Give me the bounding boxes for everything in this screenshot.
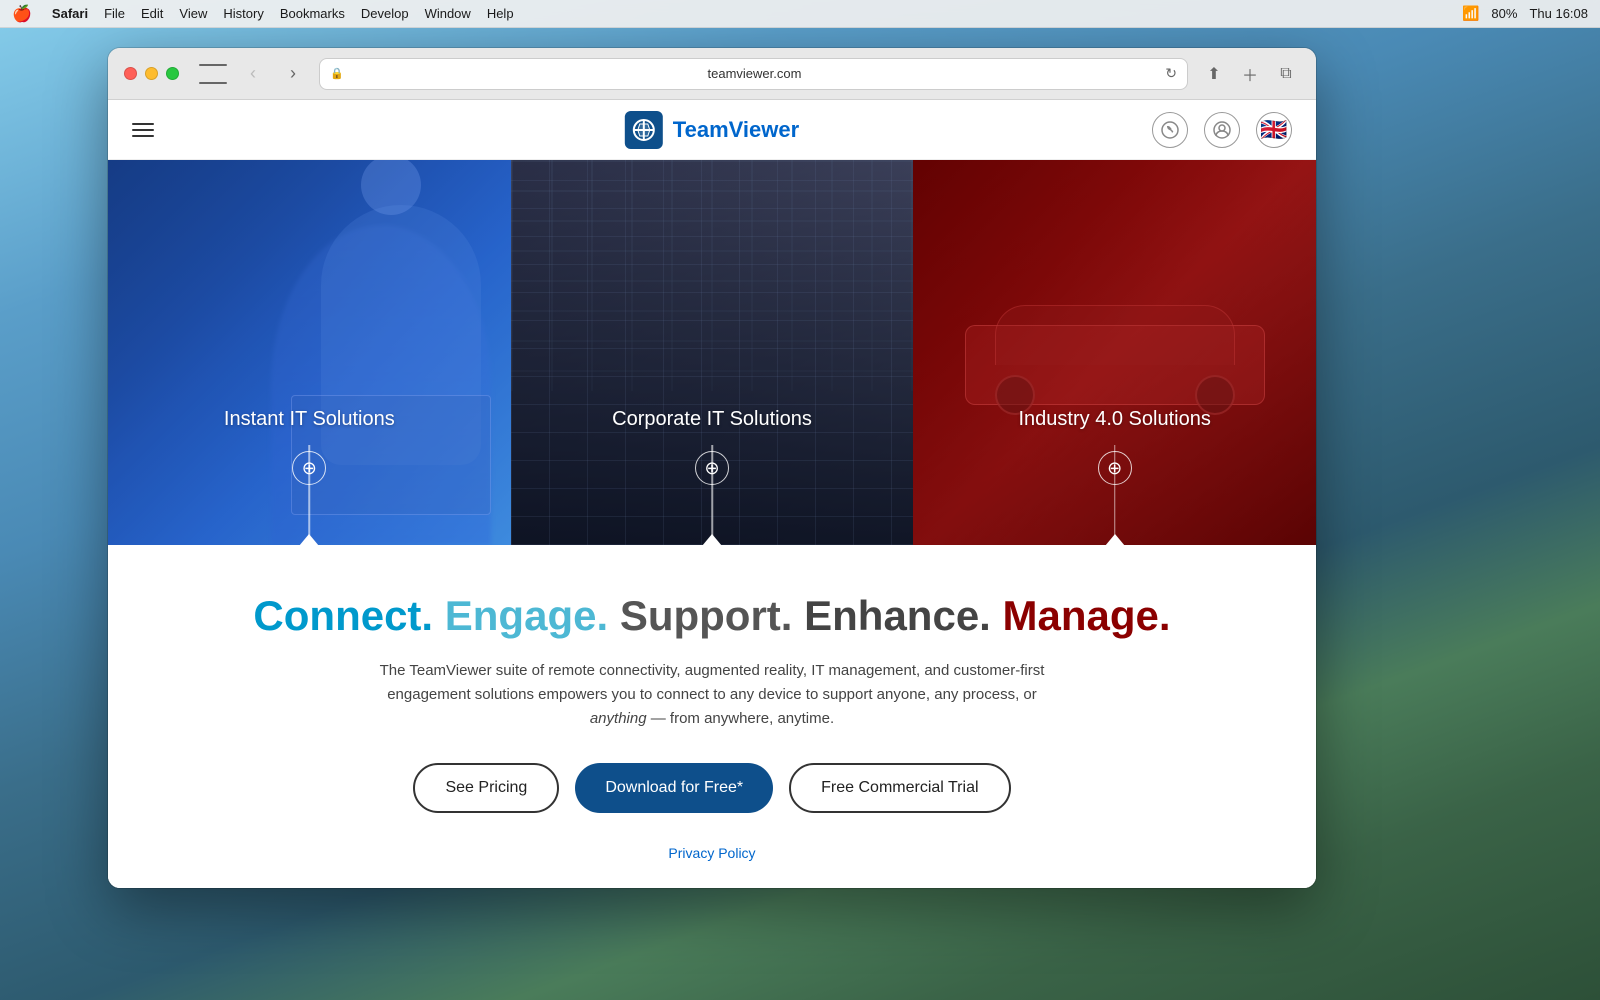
site-logo[interactable]: TeamViewer — [625, 111, 799, 149]
close-button[interactable] — [124, 67, 137, 80]
card-title-corporate: Corporate IT Solutions — [612, 408, 812, 431]
apple-menu[interactable]: 🍎 — [12, 4, 32, 24]
wifi-icon: 📶 — [1462, 5, 1479, 22]
lock-icon: 🔒 — [330, 67, 344, 80]
menubar: 🍎 Safari File Edit View History Bookmark… — [0, 0, 1600, 28]
logo-text: TeamViewer — [673, 117, 799, 143]
cta-buttons: See Pricing Download for Free* Free Comm… — [188, 763, 1236, 813]
nav-right: 🇬🇧 — [1152, 112, 1292, 148]
tagline-engage: Engage. — [445, 592, 608, 639]
menubar-history[interactable]: History — [223, 6, 263, 21]
menubar-battery: 80% — [1491, 6, 1517, 21]
menubar-view[interactable]: View — [179, 6, 207, 21]
menubar-edit[interactable]: Edit — [141, 6, 163, 21]
privacy-policy-link[interactable]: Privacy Policy — [668, 845, 755, 861]
menubar-bookmarks[interactable]: Bookmarks — [280, 6, 345, 21]
menubar-help[interactable]: Help — [487, 6, 514, 21]
address-bar[interactable]: 🔒 teamviewer.com ↻ — [319, 58, 1188, 90]
card-line-corporate — [711, 445, 713, 545]
forward-button[interactable]: › — [279, 60, 307, 88]
menubar-safari[interactable]: Safari — [52, 6, 88, 21]
see-pricing-button[interactable]: See Pricing — [413, 763, 559, 813]
card-triangle-instant — [299, 534, 319, 545]
refresh-button[interactable]: ↻ — [1165, 65, 1177, 82]
menubar-left: 🍎 Safari File Edit View History Bookmark… — [12, 4, 514, 24]
tagline-section: Connect. Engage. Support. Enhance. Manag… — [108, 545, 1316, 888]
maximize-button[interactable] — [166, 67, 179, 80]
menubar-file[interactable]: File — [104, 6, 125, 21]
share-button[interactable]: ⬆ — [1200, 60, 1228, 88]
tagline-connect: Connect. — [253, 592, 433, 639]
card-line-industry — [1114, 445, 1116, 545]
user-icon[interactable] — [1204, 112, 1240, 148]
minimize-button[interactable] — [145, 67, 158, 80]
browser-actions: ⬆ ＋ ⧉ — [1200, 60, 1300, 88]
free-commercial-trial-button[interactable]: Free Commercial Trial — [789, 763, 1010, 813]
website-content: TeamViewer — [108, 100, 1316, 888]
menubar-time: Thu 16:08 — [1529, 6, 1588, 21]
card-content-instant: Instant IT Solutions ⊕ — [108, 160, 511, 545]
card-title-industry: Industry 4.0 Solutions — [1019, 408, 1211, 431]
tagline-description: The TeamViewer suite of remote connectiv… — [362, 659, 1062, 731]
phone-icon[interactable] — [1152, 112, 1188, 148]
card-triangle-corporate — [702, 534, 722, 545]
card-content-corporate: Corporate IT Solutions ⊕ — [511, 160, 914, 545]
tagline-manage: Manage. — [1003, 592, 1171, 639]
window-controls — [124, 67, 179, 80]
menubar-develop[interactable]: Develop — [361, 6, 409, 21]
browser-chrome: ‹ › 🔒 teamviewer.com ↻ ⬆ ＋ ⧉ — [108, 48, 1316, 100]
card-triangle-industry — [1105, 534, 1125, 545]
card-title-instant: Instant IT Solutions — [224, 408, 395, 431]
new-tab-button[interactable]: ＋ — [1236, 60, 1264, 88]
logo-icon — [625, 111, 663, 149]
back-button: ‹ — [239, 60, 267, 88]
browser-window: ‹ › 🔒 teamviewer.com ↻ ⬆ ＋ ⧉ — [108, 48, 1316, 888]
hamburger-menu[interactable] — [132, 123, 154, 137]
menubar-right: 📶 80% Thu 16:08 — [1462, 5, 1588, 22]
tagline-headline: Connect. Engage. Support. Enhance. Manag… — [188, 593, 1236, 639]
tagline-enhance: Enhance. — [804, 592, 991, 639]
tagline-support: Support. — [620, 592, 793, 639]
desktop: 🍎 Safari File Edit View History Bookmark… — [0, 0, 1600, 1000]
site-navigation: TeamViewer — [108, 100, 1316, 160]
download-button[interactable]: Download for Free* — [575, 763, 773, 813]
instant-it-solutions-card[interactable]: Instant IT Solutions ⊕ — [108, 160, 511, 545]
card-line-instant — [309, 445, 311, 545]
corporate-it-solutions-card[interactable]: Corporate IT Solutions ⊕ — [511, 160, 914, 545]
solution-cards: Instant IT Solutions ⊕ Corporate IT Solu… — [108, 160, 1316, 545]
tabs-button[interactable]: ⧉ — [1272, 60, 1300, 88]
url-text: teamviewer.com — [350, 66, 1160, 81]
sidebar-toggle-button[interactable] — [199, 64, 227, 84]
industry-solutions-card[interactable]: Industry 4.0 Solutions ⊕ — [913, 160, 1316, 545]
card-content-industry: Industry 4.0 Solutions ⊕ — [913, 160, 1316, 545]
language-flag-icon[interactable]: 🇬🇧 — [1256, 112, 1292, 148]
menubar-window[interactable]: Window — [425, 6, 471, 21]
